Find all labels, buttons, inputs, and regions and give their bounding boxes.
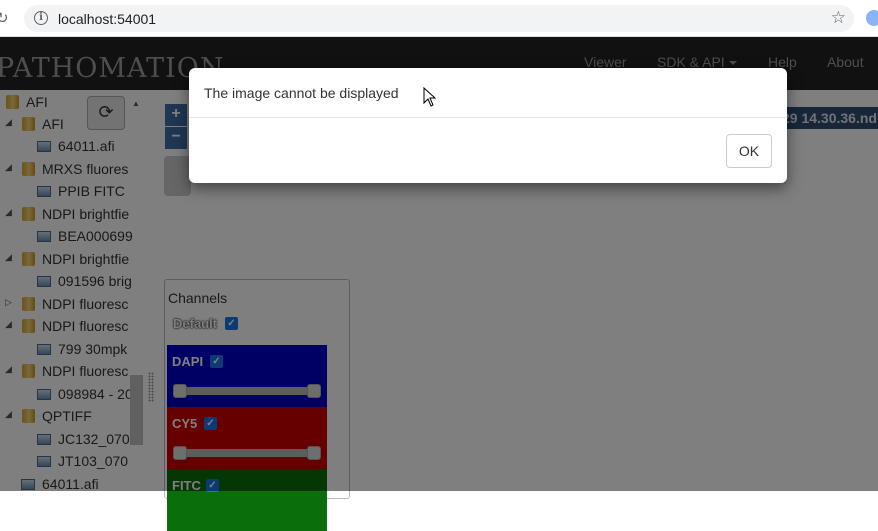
alert-dialog: The image cannot be displayed OK (189, 68, 787, 183)
browser-toolbar: ↻ i localhost:54001 ☆ (0, 0, 878, 37)
bookmark-star-icon[interactable]: ☆ (831, 8, 846, 28)
extension-icon[interactable] (866, 10, 878, 26)
dialog-message: The image cannot be displayed (204, 85, 399, 101)
info-icon[interactable]: i (34, 11, 48, 25)
dialog-body: The image cannot be displayed (189, 68, 787, 118)
reload-icon[interactable]: ↻ (0, 9, 9, 27)
address-bar[interactable]: i localhost:54001 ☆ (24, 5, 854, 32)
url-text[interactable]: localhost:54001 (58, 11, 156, 27)
mouse-cursor-icon (423, 87, 437, 107)
ok-button[interactable]: OK (726, 134, 772, 168)
